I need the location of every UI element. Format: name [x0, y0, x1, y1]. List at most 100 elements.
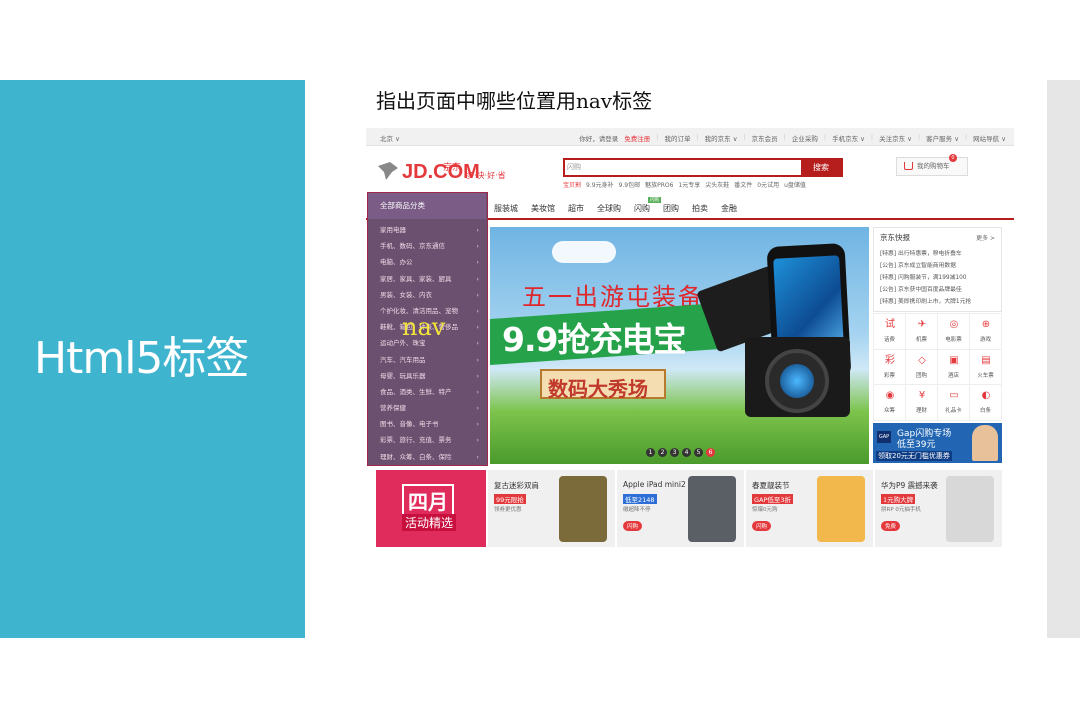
gap-ad[interactable]: GAP Gap闪购专场 低至39元 领取20元无门槛优惠券: [873, 423, 1002, 463]
cart-count-badge: 0: [949, 154, 957, 162]
carousel-dot[interactable]: 5: [694, 448, 703, 457]
news-more-link[interactable]: 更多 >: [976, 233, 995, 242]
hot-word-link[interactable]: 宝贝割: [563, 180, 581, 189]
main-nav-item[interactable]: 金融: [721, 203, 737, 214]
carousel-dot[interactable]: 2: [658, 448, 667, 457]
april-promo[interactable]: 四月 活动精选: [376, 470, 486, 547]
news-panel: 京东快报 更多 > [特惠] 出行特惠票，穆电折叠车 [公告] 京东成立智能商用数…: [873, 227, 1002, 312]
carousel-dot[interactable]: 6: [706, 448, 715, 457]
carousel-dot[interactable]: 4: [682, 448, 691, 457]
category-label: 彩票、旅行、充值、票务: [380, 436, 452, 445]
service-label: 游戏: [979, 337, 991, 343]
service-item[interactable]: ▣ 酒店: [938, 349, 970, 386]
main-nav-item[interactable]: 全球购: [597, 203, 621, 214]
news-item[interactable]: [特惠] 出行特惠票，穆电折叠车: [880, 248, 1000, 260]
product-image: [817, 476, 865, 542]
hot-word-link[interactable]: 番文件: [734, 180, 752, 189]
promo-card[interactable]: 华为P9 震撼来袭 1元购大牌 拼RP 0元抽手机 免费: [875, 470, 1003, 547]
main-nav-item[interactable]: 服装城: [494, 203, 518, 214]
chevron-right-icon: ›: [476, 420, 479, 429]
top-link[interactable]: 关注京东 ∨: [879, 133, 912, 143]
news-list: [特惠] 出行特惠票，穆电折叠车 [公告] 京东成立智能商用数据 [特惠] 闪购服装…: [880, 248, 1000, 308]
news-item[interactable]: [公告] 京东成立智能商用数据: [880, 260, 1000, 272]
promo-button[interactable]: 免费: [881, 521, 901, 531]
category-nav-item[interactable]: 电脑、办公 ›: [368, 254, 486, 270]
search-button[interactable]: 搜索: [801, 160, 841, 175]
chevron-right-icon: ›: [476, 274, 479, 283]
top-link[interactable]: 网站导航 ∨: [973, 133, 1006, 143]
carousel-dot[interactable]: 3: [670, 448, 679, 457]
main-nav-item[interactable]: 闪购: [634, 203, 650, 214]
chevron-right-icon: ›: [476, 436, 479, 445]
service-item[interactable]: ▤ 火车票: [970, 349, 1002, 386]
category-nav-item[interactable]: 营养保健 ›: [368, 400, 486, 416]
cart-label: 我的购物车: [917, 162, 950, 170]
service-icon: ⊕: [981, 319, 991, 330]
main-nav-item[interactable]: 美妆馆: [531, 203, 555, 214]
category-nav-item[interactable]: 汽车、汽车用品 ›: [368, 352, 486, 368]
promo-card[interactable]: 复古迷彩双肩 99元限抢 领券更优惠: [488, 470, 616, 547]
location-selector[interactable]: 北京 ∨: [380, 133, 400, 143]
category-nav-item[interactable]: 男装、女装、内衣 ›: [368, 287, 486, 303]
service-item[interactable]: ¥ 理财: [906, 385, 938, 421]
category-label: 食品、酒类、生鲜、特产: [380, 387, 452, 396]
top-link[interactable]: 京东会员: [752, 133, 778, 143]
category-nav-item[interactable]: 手机、数码、京东通信 ›: [368, 238, 486, 254]
hot-word-link[interactable]: 0元试用: [757, 180, 779, 189]
service-item[interactable]: ◉ 众筹: [874, 385, 906, 421]
category-nav-item[interactable]: 彩票、旅行、充值、票务 ›: [368, 432, 486, 448]
hot-word-link[interactable]: 魅族PRO6: [645, 180, 673, 189]
category-nav-header[interactable]: 全部商品分类: [368, 193, 486, 219]
top-link-separator: |: [783, 133, 786, 141]
service-item[interactable]: ◇ 团购: [906, 349, 938, 386]
service-item[interactable]: 试话费: [874, 314, 906, 350]
service-item[interactable]: 彩彩票: [874, 349, 906, 386]
category-nav-item[interactable]: 图书、音像、电子书 ›: [368, 416, 486, 432]
top-link[interactable]: 企业采购: [792, 133, 818, 143]
carousel-dot[interactable]: 1: [646, 448, 655, 457]
service-icon: 彩: [885, 354, 895, 366]
chevron-right-icon: ›: [476, 226, 479, 234]
hero-banner[interactable]: 五一出游屯装备 9.9抢充电宝 数码大秀场 123456: [490, 227, 869, 464]
main-nav-item[interactable]: 拍卖: [692, 203, 708, 214]
category-nav-item[interactable]: 母婴、玩具乐器 ›: [368, 368, 486, 384]
product-image: [559, 476, 607, 542]
news-item[interactable]: [特惠] 美即携印刷上市，大牌1元抢: [880, 296, 1000, 308]
promo-card[interactable]: Apple iPad mini2 低至2148 缴超降不停 闪购: [617, 470, 745, 547]
top-link[interactable]: 我的京东 ∨: [705, 133, 738, 143]
promo-button[interactable]: 闪购: [623, 521, 643, 531]
promo-button[interactable]: 闪购: [752, 521, 772, 531]
main-nav-item[interactable]: 团购: [663, 203, 679, 214]
hot-word-link[interactable]: 1元专享: [678, 180, 700, 189]
main-nav-item[interactable]: 超市: [568, 203, 584, 214]
category-nav-item[interactable]: 理财、众筹、白条、保险 ›: [368, 449, 486, 465]
promo-subtitle: 缴超降不停: [623, 507, 651, 513]
search-input[interactable]: 闪购: [567, 162, 581, 172]
category-nav-item[interactable]: 食品、酒类、生鲜、特产 ›: [368, 384, 486, 400]
category-nav-item[interactable]: 家居、家具、家装、厨具 ›: [368, 271, 486, 287]
top-bar: 北京 ∨ 你好，请登录 免费注册 | 我的订单 | 我的京东 ∨ | 京东会员 | 企业采购 | 手机…: [366, 128, 1014, 146]
service-item[interactable]: ◐ 白条: [970, 385, 1002, 421]
top-link[interactable]: 手机京东 ∨: [832, 133, 865, 143]
service-item[interactable]: ✈ 机票: [906, 314, 938, 350]
hot-word-link[interactable]: u盘储值: [784, 180, 806, 189]
top-link-separator: |: [964, 133, 968, 141]
news-item[interactable]: [公告] 京东获中国百度品牌最佳: [880, 284, 1000, 296]
top-link[interactable]: 你好，请登录: [579, 133, 618, 143]
news-item[interactable]: [特惠] 闪购服装节，满199减100: [880, 272, 1000, 284]
top-link[interactable]: 我的订单: [664, 133, 690, 143]
service-item[interactable]: ◎ 电影票: [938, 314, 970, 350]
hot-word-link[interactable]: 9.9元身补: [586, 180, 614, 189]
top-link[interactable]: 客户服务 ∨: [926, 133, 959, 143]
hot-word-link[interactable]: 9.9包邮: [619, 180, 641, 189]
category-nav-item[interactable]: 家用电器 ›: [368, 222, 486, 238]
cart-button[interactable]: 我的购物车 0: [896, 154, 968, 176]
service-item[interactable]: ⊕ 游戏: [970, 314, 1002, 350]
category-label: 汽车、汽车用品: [380, 355, 426, 364]
top-link[interactable]: 免费注册: [624, 133, 650, 143]
hot-word-link[interactable]: 尖头灰鞋: [705, 180, 729, 189]
service-item[interactable]: ▭ 礼品卡: [938, 385, 970, 421]
jd-logo[interactable]: JD.COM 京东 多·快·好·省: [376, 158, 526, 186]
chevron-right-icon: ›: [476, 258, 479, 267]
promo-card[interactable]: 春夏靓装节 GAP低至3折 惊爆0元购 闪购: [746, 470, 874, 547]
